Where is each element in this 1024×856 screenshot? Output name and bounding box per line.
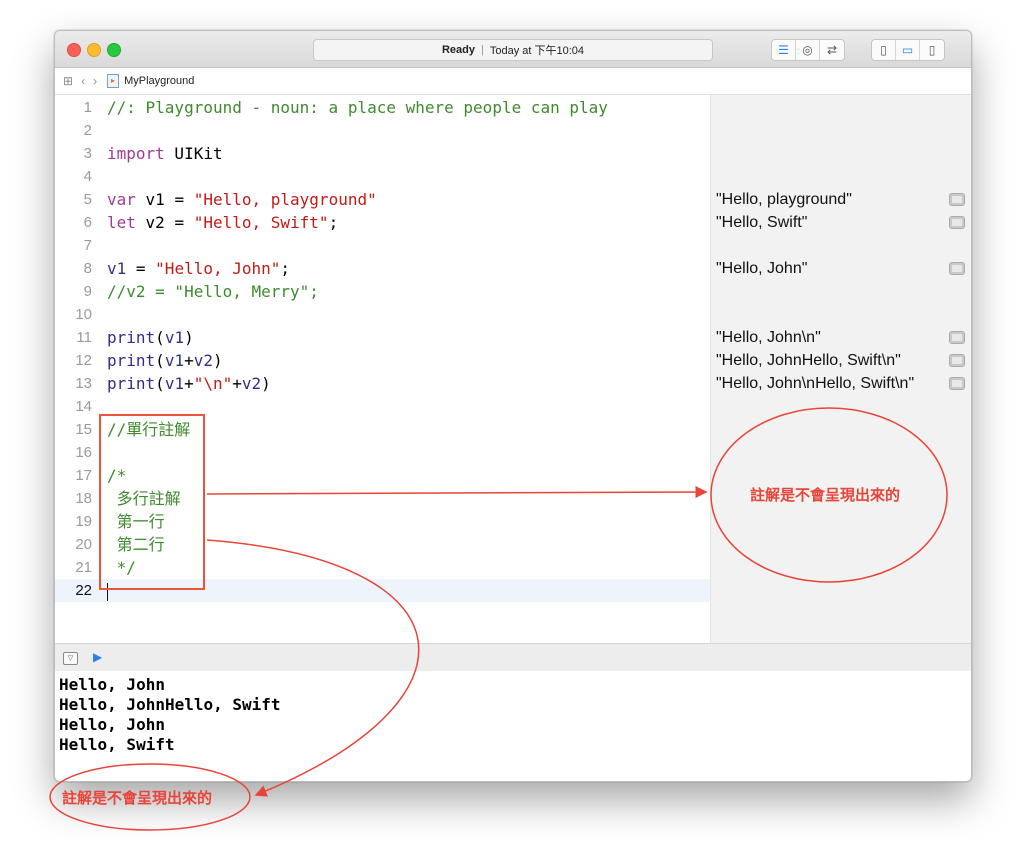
- view-toggle-group: ▯ ▭ ▯: [871, 39, 945, 61]
- standard-editor-icon[interactable]: ☰: [772, 40, 796, 60]
- console-output: Hello, John Hello, JohnHello, Swift Hello,…: [55, 671, 971, 781]
- line-number: 12: [75, 352, 92, 369]
- editor-mode-group: ☰ ◎ ⇄: [771, 39, 845, 61]
- quick-look-icon[interactable]: [949, 262, 965, 275]
- run-playground-icon[interactable]: ▶: [93, 650, 102, 664]
- line-number: 22: [75, 582, 92, 599]
- status-separator: |: [481, 44, 484, 56]
- line-number: 4: [83, 168, 92, 185]
- code-line[interactable]: 6 let v2 = "Hello, Swift";: [55, 211, 710, 234]
- code-text[interactable]: let v2 = "Hello, Swift";: [107, 211, 338, 234]
- console-line: Hello, Swift: [59, 735, 175, 754]
- code-line[interactable]: 8 v1 = "Hello, John";: [55, 257, 710, 280]
- title-bar: Ready | Today at 下午10:04 ☰ ◎ ⇄ ▯ ▭ ▯: [55, 31, 971, 68]
- result-value: "Hello, playground": [716, 191, 852, 208]
- line-number: 16: [75, 444, 92, 461]
- debug-area-toggle-icon[interactable]: ▭: [896, 40, 920, 60]
- swift-file-icon: ▸: [107, 74, 120, 88]
- result-value: "Hello, JohnHello, Swift\n": [716, 352, 901, 369]
- breadcrumb-file[interactable]: MyPlayground: [124, 75, 194, 87]
- forward-chevron-icon[interactable]: ›: [93, 74, 97, 88]
- result-value: "Hello, John\nHello, Swift\n": [716, 375, 915, 392]
- hide-debug-area-icon[interactable]: ▽: [63, 652, 78, 665]
- code-line[interactable]: 10: [55, 303, 710, 326]
- line-number: 13: [75, 375, 92, 392]
- comment-highlight-box: [99, 414, 205, 590]
- code-text[interactable]: v1 = "Hello, John";: [107, 257, 290, 280]
- code-line[interactable]: 12 print(v1+v2): [55, 349, 710, 372]
- status-label: Ready: [441, 44, 475, 56]
- line-number: 3: [83, 145, 92, 162]
- line-number: 21: [75, 559, 92, 576]
- line-number: 17: [75, 467, 92, 484]
- line-number: 18: [75, 490, 92, 507]
- playground-window: Ready | Today at 下午10:04 ☰ ◎ ⇄ ▯ ▭ ▯ ⊞ ‹…: [54, 30, 972, 782]
- code-text[interactable]: print(v1+v2): [107, 349, 223, 372]
- back-chevron-icon[interactable]: ‹: [81, 74, 85, 88]
- line-number: 1: [83, 99, 92, 116]
- utilities-toggle-icon[interactable]: ▯: [920, 40, 944, 60]
- quick-look-icon[interactable]: [949, 216, 965, 229]
- code-line[interactable]: 1 //: Playground - noun: a place where pe…: [55, 96, 710, 119]
- quick-look-icon[interactable]: [949, 331, 965, 344]
- quick-look-icon[interactable]: [949, 354, 965, 367]
- result-value: "Hello, Swift": [716, 214, 808, 231]
- code-line[interactable]: 9 //v2 = "Hello, Merry";: [55, 280, 710, 303]
- related-items-icon[interactable]: ⊞: [63, 74, 73, 88]
- assistant-editor-icon[interactable]: ◎: [796, 40, 820, 60]
- annotation-note-bottom: 註解是不會呈現出來的: [62, 789, 213, 807]
- minimize-window-button[interactable]: [87, 43, 101, 57]
- code-line[interactable]: 2: [55, 119, 710, 142]
- code-line[interactable]: 4: [55, 165, 710, 188]
- line-number: 5: [83, 191, 92, 208]
- close-window-button[interactable]: [67, 43, 81, 57]
- quick-look-icon[interactable]: [949, 377, 965, 390]
- line-number: 10: [75, 306, 92, 323]
- code-line[interactable]: 5 var v1 = "Hello, playground": [55, 188, 710, 211]
- result-value: "Hello, John\n": [716, 329, 821, 346]
- code-line[interactable]: 7: [55, 234, 710, 257]
- code-line[interactable]: 3 import UIKit: [55, 142, 710, 165]
- code-line[interactable]: 11 print(v1): [55, 326, 710, 349]
- code-line[interactable]: 13 print(v1+"\n"+v2): [55, 372, 710, 395]
- console-line: Hello, John: [59, 675, 165, 694]
- line-number: 19: [75, 513, 92, 530]
- console-line: Hello, JohnHello, Swift: [59, 695, 281, 714]
- line-number: 14: [75, 398, 92, 415]
- console-line: Hello, John: [59, 715, 165, 734]
- line-number: 20: [75, 536, 92, 553]
- code-text[interactable]: //v2 = "Hello, Merry";: [107, 280, 319, 303]
- debug-bar: ▽ ▶: [55, 643, 971, 672]
- line-number: 8: [83, 260, 92, 277]
- result-value: "Hello, John": [716, 260, 808, 277]
- annotation-note-right: 註解是不會呈現出來的: [750, 486, 901, 504]
- line-number: 9: [83, 283, 92, 300]
- line-number: 6: [83, 214, 92, 231]
- line-number: 11: [76, 329, 92, 346]
- line-number: 15: [75, 421, 92, 438]
- code-text[interactable]: import UIKit: [107, 142, 223, 165]
- code-text[interactable]: print(v1+"\n"+v2): [107, 372, 271, 395]
- line-number: 2: [83, 122, 92, 139]
- navigator-toggle-icon[interactable]: ▯: [872, 40, 896, 60]
- code-text[interactable]: var v1 = "Hello, playground": [107, 188, 377, 211]
- line-number: 7: [83, 237, 92, 254]
- zoom-window-button[interactable]: [107, 43, 121, 57]
- code-text[interactable]: //: Playground - noun: a place where peo…: [107, 96, 608, 119]
- status-time: Today at 下午10:04: [489, 45, 585, 57]
- jump-bar: ⊞ ‹ › ▸ MyPlayground: [55, 68, 971, 95]
- quick-look-icon[interactable]: [949, 193, 965, 206]
- results-sidebar: "Hello, playground" "Hello, Swift" "Hello,…: [710, 95, 971, 643]
- version-editor-icon[interactable]: ⇄: [820, 40, 844, 60]
- code-text[interactable]: print(v1): [107, 326, 194, 349]
- activity-status: Ready | Today at 下午10:04: [313, 39, 713, 61]
